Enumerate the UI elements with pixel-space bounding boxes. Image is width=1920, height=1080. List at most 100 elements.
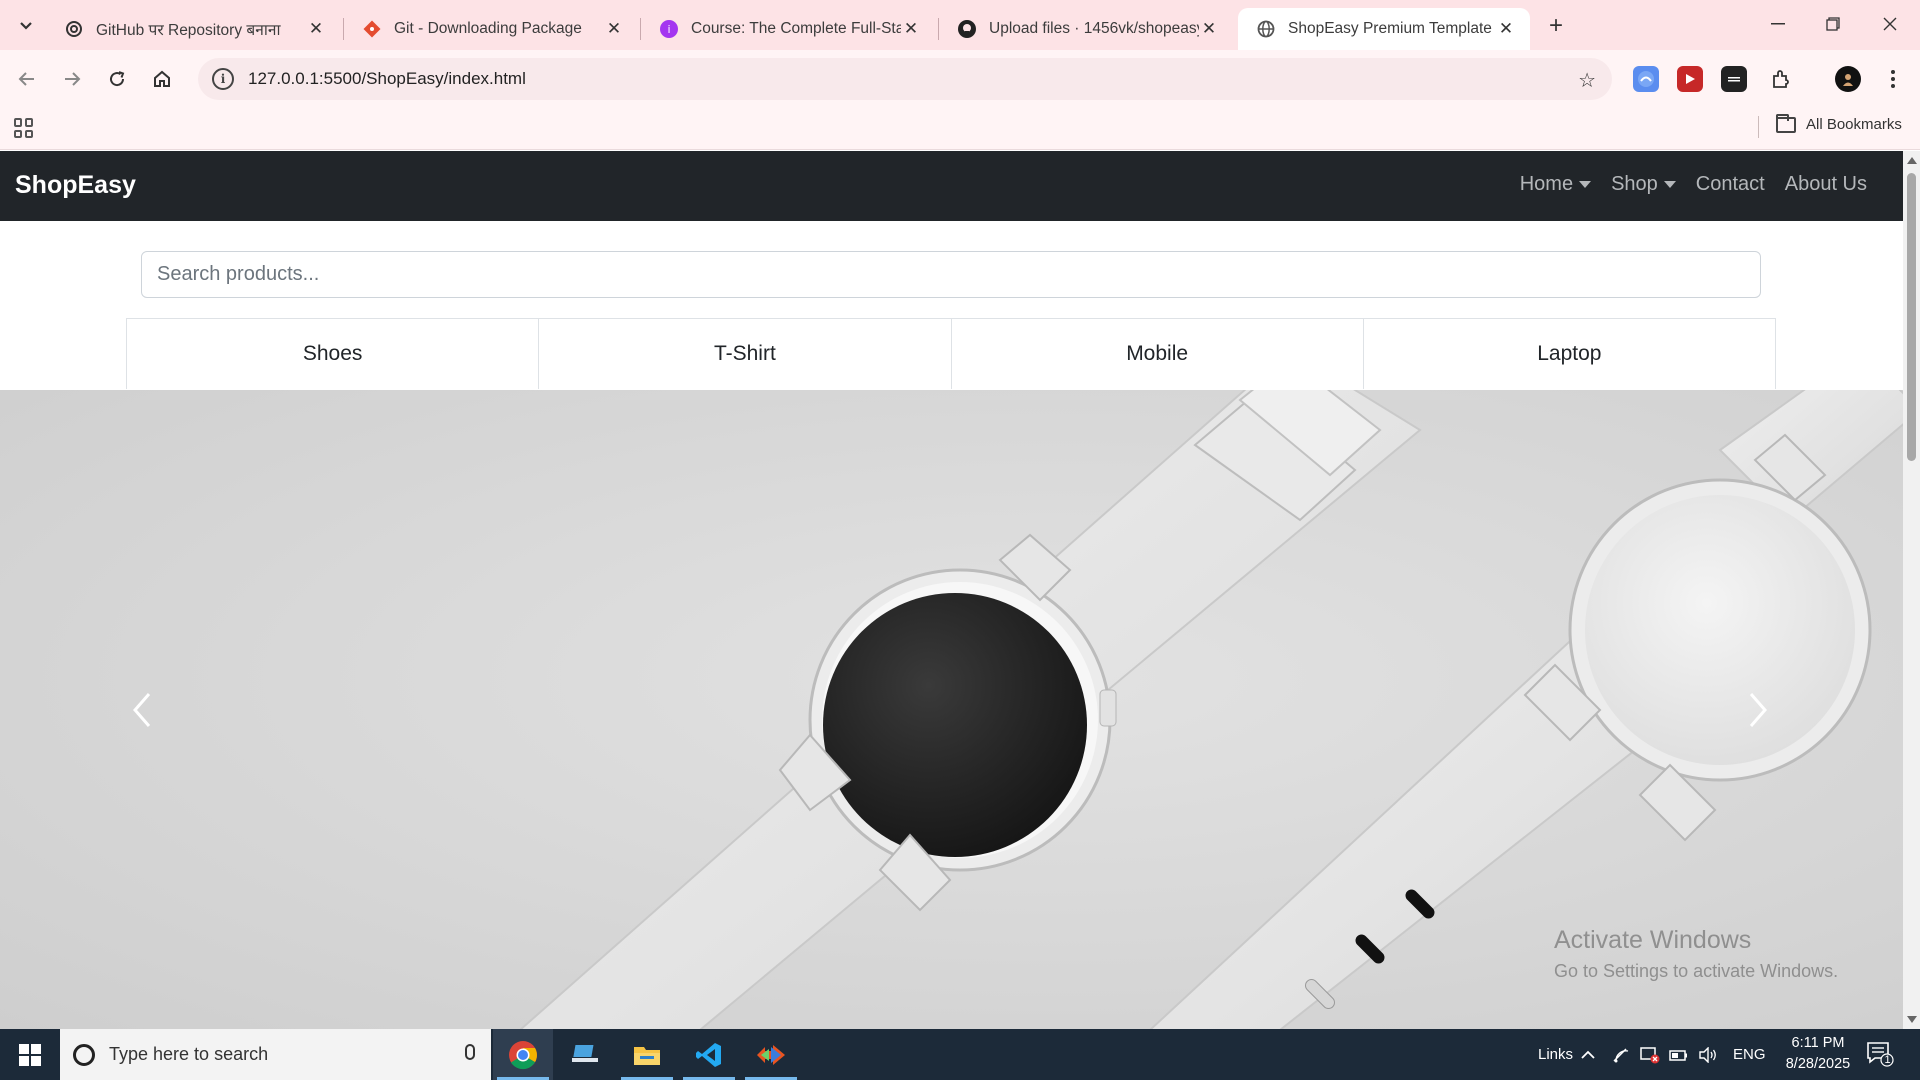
notification-center-icon[interactable]: 1 <box>1866 1041 1894 1067</box>
microphone-icon[interactable] <box>465 1044 475 1060</box>
category-laptop[interactable]: Laptop <box>1364 319 1775 389</box>
clock-date: 8/28/2025 <box>1785 1056 1851 1072</box>
category-tshirt[interactable]: T-Shirt <box>539 319 952 389</box>
activate-windows-watermark: Activate Windows Go to Settings to activ… <box>1554 926 1838 982</box>
nav-home-label: Home <box>1519 173 1574 195</box>
folder-explorer-icon <box>634 1046 660 1065</box>
chrome-icon <box>509 1040 537 1069</box>
keyboard-extension-icon[interactable] <box>1721 66 1747 92</box>
notification-count: 1 <box>1884 1054 1891 1066</box>
extension-icon[interactable] <box>1633 66 1659 92</box>
laptop-app-icon <box>572 1044 598 1062</box>
tab-title: Upload files · 1456vk/shopeasy <box>989 20 1199 37</box>
taskbar-vscode[interactable] <box>679 1029 739 1080</box>
tray-links[interactable]: Links <box>1538 1029 1573 1080</box>
tab-title: ShopEasy Premium Template <box>1288 20 1492 37</box>
cortana-icon <box>73 1043 95 1066</box>
nav-contact[interactable]: Contact <box>1686 173 1775 196</box>
tab-course[interactable]: i Course: The Complete Full-Stack ✕ <box>641 8 935 50</box>
windows-taskbar: Type here to search Links ENG 6:11 PM 8/… <box>0 1029 1920 1080</box>
extensions-puzzle-icon[interactable] <box>1768 66 1794 92</box>
close-tab-icon[interactable]: ✕ <box>901 19 921 39</box>
course-icon: i <box>659 19 679 39</box>
site-navbar: ShopEasy Home Shop Contact About Us <box>0 151 1903 221</box>
chevron-right-icon <box>1749 693 1767 727</box>
new-tab-icon[interactable]: + <box>1542 12 1570 40</box>
close-window-icon[interactable] <box>1870 8 1910 40</box>
url-text[interactable]: 127.0.0.1:5500/ShopEasy/index.html <box>248 69 526 89</box>
taskbar-clock[interactable]: 6:11 PM 8/28/2025 <box>1772 1033 1864 1075</box>
address-bar[interactable]: i 127.0.0.1:5500/ShopEasy/index.html ☆ <box>198 58 1612 100</box>
restore-icon[interactable] <box>1813 8 1853 40</box>
chevron-left-icon <box>133 693 151 727</box>
language-indicator[interactable]: ENG <box>1733 1029 1766 1080</box>
taskbar-search[interactable]: Type here to search <box>60 1029 491 1080</box>
site-brand[interactable]: ShopEasy <box>15 171 136 200</box>
folder-icon <box>1776 113 1796 133</box>
taskbar-file-explorer[interactable] <box>617 1029 677 1080</box>
tab-search-icon[interactable] <box>12 12 40 40</box>
battery-icon[interactable] <box>1669 1029 1689 1080</box>
minimize-icon[interactable] <box>1758 8 1798 40</box>
scroll-up-arrow[interactable] <box>1907 157 1917 164</box>
forward-icon[interactable] <box>57 64 87 94</box>
page-scrollbar[interactable] <box>1903 151 1920 1029</box>
volume-icon[interactable] <box>1698 1029 1718 1080</box>
nav-about[interactable]: About Us <box>1775 173 1877 196</box>
home-icon[interactable] <box>147 64 177 94</box>
bookmark-star-icon[interactable]: ☆ <box>1578 68 1596 93</box>
scrollbar-thumb[interactable] <box>1907 173 1916 461</box>
close-tab-icon[interactable]: ✕ <box>604 19 624 39</box>
nav-shop-dropdown[interactable]: Shop <box>1601 173 1686 196</box>
vscode-icon <box>696 1042 721 1067</box>
close-tab-icon[interactable]: ✕ <box>1496 19 1516 39</box>
github-icon <box>957 19 977 39</box>
category-shoes[interactable]: Shoes <box>127 319 540 389</box>
apps-grid-icon[interactable] <box>14 118 34 138</box>
close-tab-icon[interactable]: ✕ <box>1199 19 1219 39</box>
carousel-next-button[interactable] <box>1738 680 1778 740</box>
taskbar-app-laptop[interactable] <box>555 1029 615 1080</box>
back-icon[interactable] <box>12 64 42 94</box>
category-bar: Shoes T-Shirt Mobile Laptop <box>126 318 1776 389</box>
watermark-title: Activate Windows <box>1554 926 1752 954</box>
search-input[interactable] <box>157 263 1760 286</box>
caret-down-icon <box>1579 181 1592 188</box>
product-search <box>141 251 1761 298</box>
taskbar-chrome[interactable] <box>493 1029 553 1080</box>
tab-git-downloading[interactable]: Git - Downloading Package ✕ <box>344 8 638 50</box>
hero-carousel: Activate Windows Go to Settings to activ… <box>0 390 1903 1029</box>
taskbar-search-placeholder: Type here to search <box>109 1044 269 1064</box>
shopeasy-page: ShopEasy Home Shop Contact About Us Shoe… <box>0 151 1903 1029</box>
tab-shopeasy[interactable]: ShopEasy Premium Template ✕ <box>1238 8 1530 50</box>
profile-avatar[interactable] <box>1835 66 1861 92</box>
page-viewport: ShopEasy Home Shop Contact About Us Shoe… <box>0 151 1920 1029</box>
network-alert-icon[interactable] <box>1640 1029 1660 1080</box>
recorder-extension-icon[interactable] <box>1677 66 1703 92</box>
caret-down-icon <box>1663 181 1676 188</box>
start-button[interactable] <box>0 1029 60 1080</box>
tab-title: GitHub पर Repository बनाना <box>96 22 281 39</box>
category-mobile[interactable]: Mobile <box>952 319 1364 389</box>
scroll-down-arrow[interactable] <box>1907 1016 1917 1023</box>
tab-upload-files[interactable]: Upload files · 1456vk/shopeasy ✕ <box>939 8 1233 50</box>
nav-home-dropdown[interactable]: Home <box>1510 173 1601 196</box>
git-icon <box>362 19 382 39</box>
tab-github-repository[interactable]: GitHub पर Repository बनाना ✕ <box>46 8 340 50</box>
tab-title: Git - Downloading Package <box>394 20 582 37</box>
all-bookmarks-button[interactable]: All Bookmarks <box>1776 113 1902 133</box>
bookmarks-bar: All Bookmarks <box>0 106 1920 150</box>
nav-shop-label: Shop <box>1611 173 1658 195</box>
site-info-icon[interactable]: i <box>212 68 234 90</box>
nav-links: Home Shop Contact About Us <box>1510 173 1877 196</box>
wifi-icon[interactable] <box>1612 1029 1632 1080</box>
globe-icon <box>1256 19 1276 39</box>
git-gui-icon <box>757 1044 785 1065</box>
tray-overflow-chevron-icon[interactable] <box>1580 1029 1596 1080</box>
carousel-prev-button[interactable] <box>122 680 162 740</box>
close-tab-icon[interactable]: ✕ <box>306 19 326 39</box>
taskbar-git-gui[interactable] <box>741 1029 801 1080</box>
all-bookmarks-label: All Bookmarks <box>1806 116 1902 133</box>
reload-icon[interactable] <box>102 64 132 94</box>
more-menu-icon[interactable] <box>1880 66 1906 92</box>
